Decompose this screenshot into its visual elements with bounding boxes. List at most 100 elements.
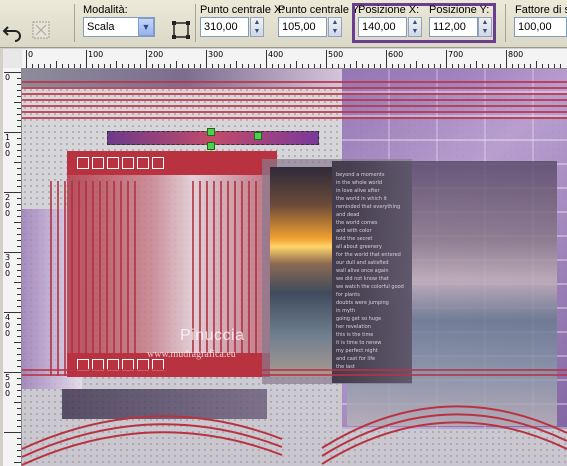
reset-transform-icon[interactable] — [30, 19, 52, 41]
undo-icon[interactable] — [2, 20, 24, 42]
ruler-tick — [17, 366, 21, 367]
position-y-label: Posizione Y: — [429, 4, 490, 16]
ruler-tick — [164, 64, 165, 68]
ruler-tick — [434, 64, 435, 68]
position-x-spinner[interactable]: ▲ ▼ — [408, 17, 422, 37]
ruler-tick — [17, 96, 21, 97]
separator — [505, 4, 506, 42]
ruler-tick — [14, 402, 21, 403]
center-y-spinner[interactable]: ▲ ▼ — [328, 17, 342, 37]
chevron-down-icon[interactable]: ▼ — [138, 18, 154, 36]
ruler-label: 1 0 0 — [5, 133, 11, 158]
ruler-tick — [17, 216, 21, 217]
horizontal-ruler[interactable]: 0 100 200 300 400 500 600 700 800 — [22, 49, 567, 69]
ruler-tick — [116, 61, 117, 68]
ruler-tick — [344, 64, 345, 68]
red-stripes-top — [22, 81, 567, 121]
ruler-tick — [17, 378, 21, 379]
center-x-spinner[interactable]: ▲ ▼ — [250, 17, 264, 37]
ruler-label: 3 0 0 — [5, 253, 11, 278]
ruler-tick — [50, 64, 51, 68]
ruler-tick — [560, 64, 561, 68]
transform-handle[interactable] — [254, 132, 262, 140]
position-y-spinner[interactable]: ▲ ▼ — [478, 17, 492, 37]
ruler-tick — [17, 156, 21, 157]
ruler-tick — [17, 150, 21, 151]
ruler-tick — [17, 114, 21, 115]
bounding-box-icon[interactable] — [170, 19, 192, 41]
ruler-tick — [17, 456, 21, 457]
ruler-tick — [17, 84, 21, 85]
ruler-tick — [524, 64, 525, 68]
ruler-tick — [17, 420, 21, 421]
ruler-tick — [17, 450, 21, 451]
ruler-tick — [110, 64, 111, 68]
center-x-input[interactable]: 310,00 — [200, 17, 249, 37]
ruler-tick — [140, 64, 141, 68]
ruler-tick — [548, 64, 549, 68]
ruler-tick — [80, 64, 81, 68]
position-x-input[interactable]: 140,00 — [358, 17, 407, 37]
ruler-tick — [452, 64, 453, 68]
ruler-tick — [488, 64, 489, 68]
ruler-tick — [74, 64, 75, 68]
ruler-tick — [356, 61, 357, 68]
ruler-tick — [254, 64, 255, 68]
transform-handle[interactable] — [207, 128, 215, 136]
ruler-tick — [4, 432, 21, 433]
ruler-tick — [14, 162, 21, 163]
transform-handle[interactable] — [207, 142, 215, 150]
ruler-tick — [398, 64, 399, 68]
ruler-tick — [17, 246, 21, 247]
ruler-tick — [248, 64, 249, 68]
ruler-tick — [350, 64, 351, 68]
ruler-tick — [26, 50, 27, 68]
ruler-tick — [464, 64, 465, 68]
ruler-label: 0 — [28, 50, 34, 59]
ruler-label: 500 — [328, 50, 344, 59]
ruler-tick — [17, 264, 21, 265]
ruler-label: 100 — [88, 50, 104, 59]
ruler-tick — [266, 50, 267, 68]
ruler-label: 600 — [388, 50, 404, 59]
ruler-tick — [380, 64, 381, 68]
ruler-tick — [17, 210, 21, 211]
ruler-tick — [542, 64, 543, 68]
vertical-ruler[interactable]: 0 1 0 0 2 0 0 3 0 0 4 0 0 5 0 0 — [3, 68, 22, 466]
ruler-tick — [17, 336, 21, 337]
ruler-tick — [17, 300, 21, 301]
ruler-tick — [17, 168, 21, 169]
red-stripes-left — [50, 181, 140, 376]
ruler-tick — [17, 288, 21, 289]
ruler-tick — [242, 64, 243, 68]
center-x-label: Punto centrale X: — [200, 4, 285, 16]
ruler-tick — [428, 64, 429, 68]
ruler-tick — [17, 444, 21, 445]
image-canvas[interactable]: beyond a moments in the whole world in l… — [22, 69, 567, 466]
ruler-tick — [17, 90, 21, 91]
scale-factor-label: Fattore di sca — [515, 4, 567, 16]
ruler-tick — [236, 61, 237, 68]
scale-factor-input[interactable]: 100,00 — [514, 17, 567, 37]
position-y-input[interactable]: 112,00 — [429, 17, 478, 37]
ruler-tick — [278, 64, 279, 68]
ruler-tick — [14, 342, 21, 343]
ruler-tick — [326, 50, 327, 68]
ruler-tick — [17, 330, 21, 331]
ruler-tick — [17, 234, 21, 235]
watermark-name: Pinuccia — [180, 327, 245, 344]
ruler-label: 5 0 0 — [5, 373, 11, 398]
center-y-input[interactable]: 105,00 — [278, 17, 327, 37]
ruler-tick — [17, 204, 21, 205]
ruler-tick — [182, 64, 183, 68]
ruler-tick — [17, 408, 21, 409]
ruler-tick — [170, 64, 171, 68]
ruler-tick — [302, 64, 303, 68]
ruler-tick — [500, 64, 501, 68]
ruler-tick — [92, 64, 93, 68]
ruler-tick — [368, 64, 369, 68]
ruler-tick — [17, 138, 21, 139]
ruler-tick — [86, 50, 87, 68]
position-x-label: Posizione X: — [358, 4, 420, 16]
ruler-tick — [17, 306, 21, 307]
